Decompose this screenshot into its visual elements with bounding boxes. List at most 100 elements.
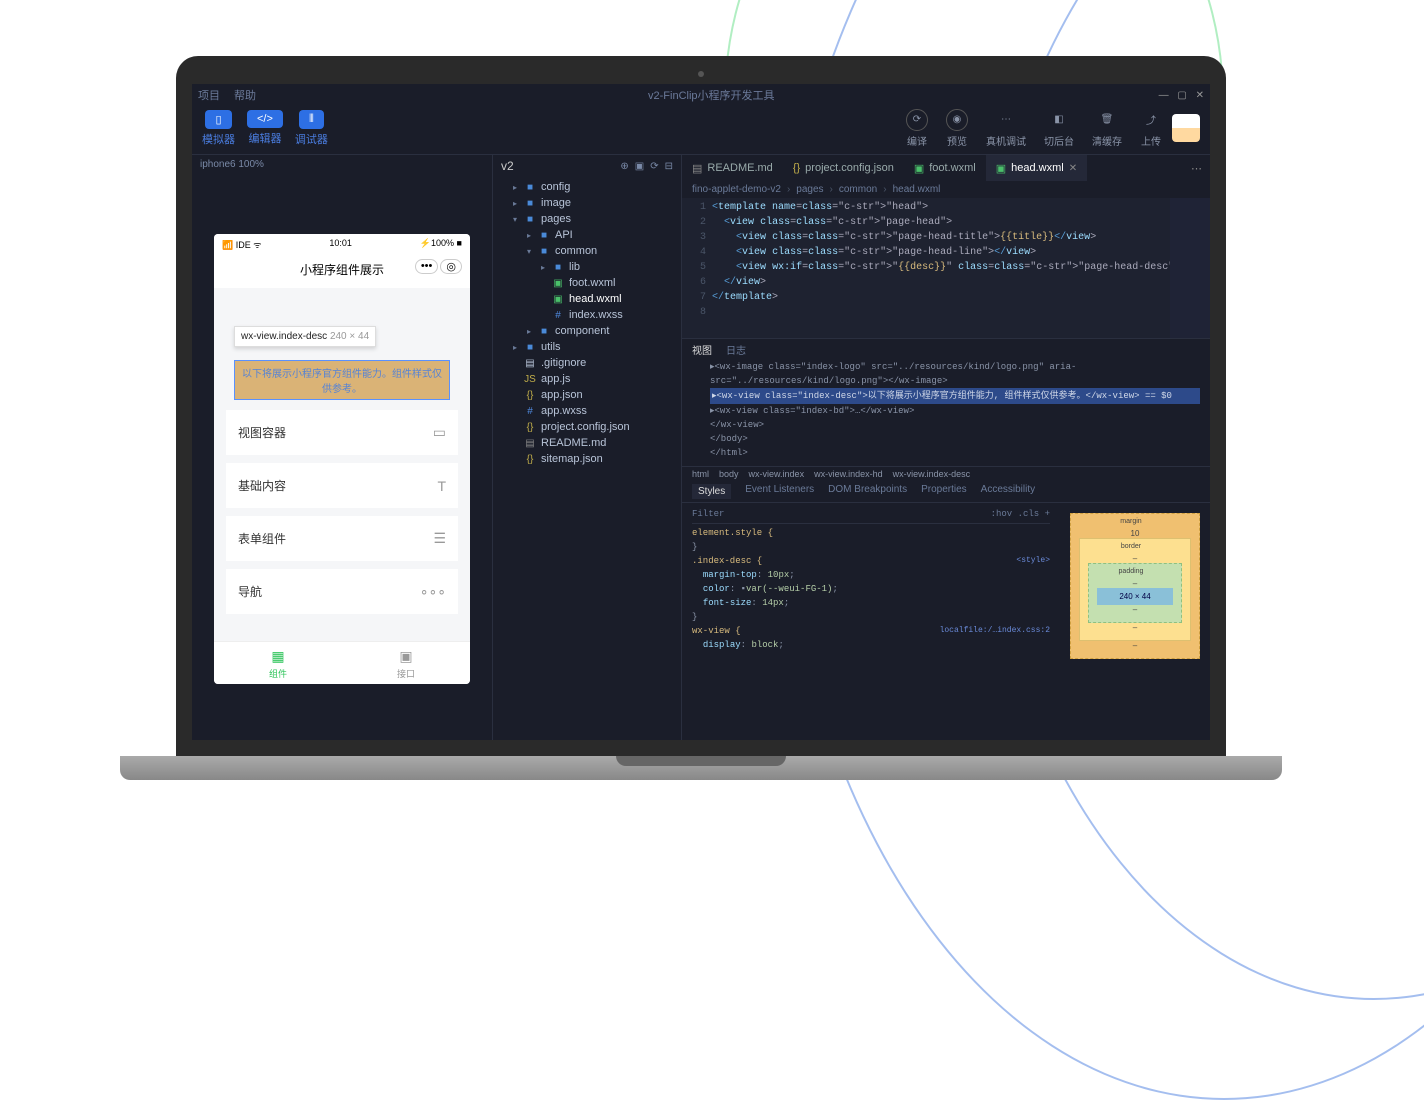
toolbar-editor-button[interactable]: </> 编辑器	[247, 110, 283, 147]
folder-node[interactable]: ▸■lib	[493, 259, 681, 275]
file-node[interactable]: {}sitemap.json	[493, 451, 681, 467]
close-icon[interactable]: ✕	[1196, 90, 1204, 101]
grid-icon: ▦	[214, 648, 342, 665]
collapse-icon[interactable]: ⊟	[665, 161, 673, 172]
file-explorer: v2 ⊕ ▣ ⟳ ⊟ ▸■config▸■image▾■pages▸■API▾■…	[492, 155, 682, 740]
file-node[interactable]: JSapp.js	[493, 371, 681, 387]
phone-tabbar: ▦组件 ▣接口	[214, 641, 470, 684]
new-file-icon[interactable]: ⊕	[620, 161, 628, 172]
maximize-icon[interactable]: ▢	[1177, 90, 1186, 101]
minimize-icon[interactable]: —	[1159, 90, 1169, 101]
simulator-panel: iphone6 100% 📶 IDE ᯤ 10:01 ⚡100% ■ 小程序组件…	[192, 155, 492, 740]
explorer-header: v2 ⊕ ▣ ⟳ ⊟	[493, 155, 681, 177]
breadcrumb: fino-applet-demo-v2›pages›common›head.wx…	[682, 181, 1210, 198]
window-title: v2-FinClip小程序开发工具	[270, 87, 1153, 103]
eye-icon: ◉	[946, 109, 968, 131]
phone-menu-close[interactable]: ◎	[440, 259, 462, 274]
dom-breadcrumb[interactable]: htmlbodywx-view.indexwx-view.index-hdwx-…	[682, 466, 1210, 481]
toolbar-debugger-button[interactable]: ⫴ 调试器	[295, 110, 328, 147]
avatar[interactable]	[1172, 114, 1200, 142]
phone-nav-title: 小程序组件展示 ••• ◎	[214, 255, 470, 288]
devtools-subtab[interactable]: Properties	[921, 484, 967, 499]
devtools-subtab[interactable]: Accessibility	[981, 484, 1035, 499]
action-clear-cache[interactable]: 🗑清缓存	[1092, 109, 1122, 148]
breadcrumb-segment[interactable]: pages	[796, 184, 823, 195]
window-controls: — ▢ ✕	[1153, 90, 1204, 101]
camera-dot	[698, 71, 704, 77]
compile-icon: ⟳	[906, 109, 928, 131]
code-editor[interactable]: 12345678 <template name=class="c-str">"h…	[682, 198, 1210, 338]
editor-tabs: ▤README.md{}project.config.json▣foot.wxm…	[682, 155, 1210, 181]
phone-preview: 📶 IDE ᯤ 10:01 ⚡100% ■ 小程序组件展示 ••• ◎	[214, 234, 470, 684]
folder-node[interactable]: ▾■pages	[493, 211, 681, 227]
devtools-subtabs: Styles Event Listeners DOM Breakpoints Prop…	[682, 481, 1210, 503]
devtools: 视图 日志 ▸<wx-image class="index-logo" src=…	[682, 338, 1210, 740]
toolbar-simulator-button[interactable]: ▯ 模拟器	[202, 110, 235, 147]
refresh-icon[interactable]: ⟳	[650, 161, 658, 172]
devtools-subtab[interactable]: Event Listeners	[745, 484, 814, 499]
folder-node[interactable]: ▸■image	[493, 195, 681, 211]
breadcrumb-segment[interactable]: head.wxml	[893, 184, 941, 195]
file-node[interactable]: ▤README.md	[493, 435, 681, 451]
switch-icon: ◧	[1048, 109, 1070, 131]
box-model: margin 10 border – padding – 240 × 4	[1060, 503, 1210, 740]
upload-icon: ⤴	[1140, 109, 1162, 131]
folder-node[interactable]: ▸■API	[493, 227, 681, 243]
folder-node[interactable]: ▸■component	[493, 323, 681, 339]
editor-tab[interactable]: {}project.config.json	[783, 155, 904, 181]
breadcrumb-segment[interactable]: fino-applet-demo-v2	[692, 184, 781, 195]
folder-node[interactable]: ▸■utils	[493, 339, 681, 355]
bug-icon: ⫴	[299, 110, 324, 129]
laptop-base	[120, 756, 1282, 780]
minimap[interactable]	[1170, 198, 1210, 338]
styles-filter[interactable]: Filter	[692, 507, 724, 521]
devtools-subtab[interactable]: DOM Breakpoints	[828, 484, 907, 499]
file-node[interactable]: {}project.config.json	[493, 419, 681, 435]
simulator-device-label[interactable]: iphone6 100%	[192, 155, 492, 174]
new-folder-icon[interactable]: ▣	[635, 161, 644, 172]
list-item[interactable]: 表单组件☰	[226, 516, 458, 561]
close-icon[interactable]: ✕	[1069, 163, 1077, 174]
tab-api[interactable]: ▣接口	[342, 642, 470, 684]
laptop-frame: 项目 帮助 v2-FinClip小程序开发工具 — ▢ ✕ ▯ 模拟器	[176, 56, 1226, 780]
file-node[interactable]: ▣foot.wxml	[493, 275, 681, 291]
list-item[interactable]: 导航∘∘∘	[226, 569, 458, 614]
chip-icon: ▣	[342, 648, 470, 665]
devtools-subtab[interactable]: Styles	[692, 484, 731, 499]
devtools-tab-console[interactable]: 日志	[726, 342, 746, 357]
inspector-tooltip: wx-view.index-desc 240 × 44	[234, 326, 376, 347]
file-node[interactable]: {}app.json	[493, 387, 681, 403]
action-remote-debug[interactable]: ⋯真机调试	[986, 109, 1026, 148]
dom-tree[interactable]: ▸<wx-image class="index-logo" src="../re…	[682, 360, 1210, 466]
menu-project[interactable]: 项目	[198, 87, 220, 103]
action-switch-bg[interactable]: ◧切后台	[1044, 109, 1074, 148]
action-preview[interactable]: ◉预览	[946, 109, 968, 148]
phone-status-bar: 📶 IDE ᯤ 10:01 ⚡100% ■	[214, 234, 470, 255]
file-node[interactable]: #index.wxss	[493, 307, 681, 323]
remote-icon: ⋯	[995, 109, 1017, 131]
breadcrumb-segment[interactable]: common	[839, 184, 877, 195]
menu-help[interactable]: 帮助	[234, 87, 256, 103]
styles-panel[interactable]: Filter :hov .cls + element.style { } .in…	[682, 503, 1060, 740]
folder-node[interactable]: ▾■common	[493, 243, 681, 259]
highlighted-element[interactable]: 以下将展示小程序官方组件能力。组件样式仅供参考。	[234, 360, 450, 400]
action-upload[interactable]: ⤴上传	[1140, 109, 1162, 148]
toolbar: ▯ 模拟器 </> 编辑器 ⫴ 调试器 ⟳编译 ◉预览 ⋯真机调试	[192, 106, 1210, 154]
phone-menu-more[interactable]: •••	[415, 259, 439, 274]
editor-tab[interactable]: ▤README.md	[682, 155, 783, 181]
editor-tab[interactable]: ▣foot.wxml	[904, 155, 986, 181]
phone-icon: ▯	[205, 110, 231, 129]
file-node[interactable]: #app.wxss	[493, 403, 681, 419]
editor-tab[interactable]: ▣head.wxml✕	[986, 155, 1087, 181]
file-node[interactable]: ▤.gitignore	[493, 355, 681, 371]
list-item[interactable]: 视图容器▭	[226, 410, 458, 455]
tab-components[interactable]: ▦组件	[214, 642, 342, 684]
tabs-more-icon[interactable]: ⋯	[1183, 162, 1210, 175]
folder-node[interactable]: ▸■config	[493, 179, 681, 195]
list-item[interactable]: 基础内容T	[226, 463, 458, 508]
devtools-tab-view[interactable]: 视图	[692, 342, 712, 357]
file-node[interactable]: ▣head.wxml	[493, 291, 681, 307]
action-compile[interactable]: ⟳编译	[906, 109, 928, 148]
trash-icon: 🗑	[1096, 109, 1118, 131]
ide-window: 项目 帮助 v2-FinClip小程序开发工具 — ▢ ✕ ▯ 模拟器	[192, 84, 1210, 740]
